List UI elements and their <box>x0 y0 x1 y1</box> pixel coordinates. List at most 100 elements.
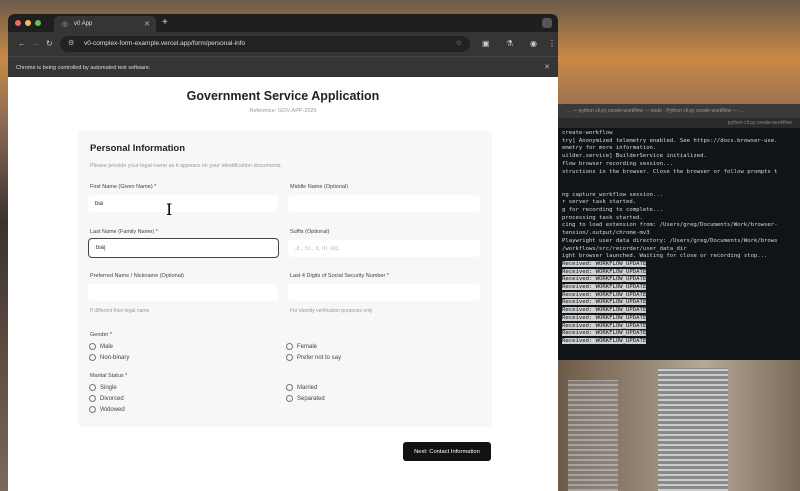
radio-label: Female <box>297 343 318 350</box>
reference-number: Reference: GOV-APP-2025 <box>249 108 317 114</box>
radio-circle[interactable] <box>286 395 293 402</box>
radio-circle[interactable] <box>286 354 293 361</box>
automation-infobar: Chrome is being controlled by automated … <box>8 56 558 77</box>
radio-label: Non-binary <box>100 354 130 361</box>
terminal-window[interactable]: … — python cli.py create-workflow — node… <box>558 104 800 360</box>
site-info-icon[interactable]: ⚙ <box>68 39 74 47</box>
menu-icon[interactable]: ⋮ <box>548 39 556 48</box>
middle-name-input[interactable] <box>288 195 480 212</box>
terminal-line: try] Anonymized telemetry enabled. See h… <box>562 137 778 144</box>
bookmark-star-icon[interactable]: ☆ <box>456 39 462 47</box>
suffix-input[interactable] <box>288 240 480 257</box>
radio-label: Prefer not to say <box>297 354 342 361</box>
terminal-line-received: Received: WORKFLOW_UPDATE <box>562 268 647 275</box>
extensions-icon[interactable]: ▣ <box>482 39 490 48</box>
radio-label: Male <box>100 343 114 350</box>
radio-circle[interactable] <box>89 343 96 350</box>
maximize-window-button[interactable] <box>35 20 41 26</box>
preferred-name-label: Preferred Name / Nickname (Optional) <box>90 273 184 279</box>
reload-icon[interactable]: ↻ <box>46 39 53 48</box>
page-content: Government Service Application Reference… <box>8 77 558 491</box>
marital-radio-separated[interactable]: Separated <box>286 395 325 402</box>
terminal-line: ight browser launched. Waiting for close… <box>562 253 768 260</box>
close-tab-icon[interactable]: ✕ <box>144 20 150 28</box>
close-window-button[interactable] <box>15 20 21 26</box>
terminal-line: cing to load extension from: /Users/greg… <box>562 222 778 229</box>
terminal-title: … — python cli.py create-workflow — node… <box>558 104 800 118</box>
page-title: Government Service Application <box>186 89 380 103</box>
gender-radio-female[interactable]: Female <box>286 343 317 350</box>
gender-radio-non-binary[interactable]: Non-binary <box>89 354 129 361</box>
preferred-name-help: If different from legal name <box>90 308 150 314</box>
terminal-line: g for recording to complete... <box>562 207 664 214</box>
terminal-line: flow browser recording session... <box>562 160 674 167</box>
radio-circle[interactable] <box>89 395 96 402</box>
terminal-tab[interactable]: python cli.py create-workflow <box>558 118 800 128</box>
automation-notice: Chrome is being controlled by automated … <box>16 65 151 71</box>
browser-window: ◎ v0 App ✕ + ← → ↻ ⚙ v0-complex-form-exa… <box>8 14 558 491</box>
close-infobar-icon[interactable]: ✕ <box>544 63 550 71</box>
section-title: Personal Information <box>90 143 186 154</box>
marital-radio-single[interactable]: Single <box>89 384 117 391</box>
first-name-label: First Name (Given Name) * <box>90 184 157 190</box>
building <box>658 368 728 491</box>
marital-radio-widowed[interactable]: Widowed <box>89 406 125 413</box>
gender-radio-male[interactable]: Male <box>89 343 113 350</box>
terminal-line-received: Received: WORKFLOW_UPDATE <box>562 314 647 321</box>
radio-circle[interactable] <box>286 343 293 350</box>
browser-tab[interactable]: ◎ v0 App ✕ <box>54 16 156 32</box>
desktop-wallpaper-city <box>558 360 800 491</box>
terminal-line-received: Received: WORKFLOW_UPDATE <box>562 307 647 314</box>
radio-circle[interactable] <box>89 354 96 361</box>
building <box>568 380 618 491</box>
terminal-line-received: Received: WORKFLOW_UPDATE <box>562 284 647 291</box>
profile-icon[interactable]: ◉ <box>530 39 537 48</box>
new-tab-button[interactable]: + <box>162 17 168 28</box>
terminal-line: tension/.output/chrome-mv3 <box>562 230 650 237</box>
preferred-name-input[interactable] <box>88 284 278 301</box>
radio-label: Single <box>100 384 117 391</box>
personal-info-card: Personal Information Please provide your… <box>78 130 492 427</box>
forward-icon[interactable]: → <box>32 39 40 48</box>
minimize-window-button[interactable] <box>25 20 31 26</box>
address-bar[interactable]: ⚙ v0-complex-form-example.vercel.app/for… <box>60 36 470 52</box>
terminal-line: create-workflow <box>562 130 613 136</box>
globe-icon: ◎ <box>62 21 69 28</box>
marital-radio-married[interactable]: Married <box>286 384 317 391</box>
tab-title: v0 App <box>74 21 93 27</box>
text-cursor-icon: I <box>166 200 173 219</box>
radio-circle[interactable] <box>89 406 96 413</box>
marital-status-label: Marital Status * <box>90 373 128 379</box>
radio-circle[interactable] <box>286 384 293 391</box>
first-name-input[interactable] <box>88 195 278 212</box>
terminal-line: r server task started. <box>562 199 637 206</box>
terminal-line-received: Received: WORKFLOW_UPDATE <box>562 260 647 267</box>
terminal-line: ng capture_workflow session... <box>562 191 664 198</box>
terminal-line-received: Received: WORKFLOW_UPDATE <box>562 322 647 329</box>
radio-label: Married <box>297 384 318 391</box>
terminal-line-received: Received: WORKFLOW_UPDATE <box>562 276 647 283</box>
terminal-line: emetry for more information. <box>562 145 657 152</box>
marital-radio-divorced[interactable]: Divorced <box>89 395 124 402</box>
url-text: v0-complex-form-example.vercel.app/form/… <box>84 40 246 47</box>
ssn-last4-input[interactable] <box>288 284 480 301</box>
last-name-input[interactable] <box>88 238 279 258</box>
back-icon[interactable]: ← <box>18 39 26 48</box>
section-description: Please provide your legal name as it app… <box>90 163 283 169</box>
terminal-line: /workflows/src/recorder/user_data_dir <box>562 245 687 252</box>
terminal-line: Playwright user data directory: /Users/g… <box>562 237 778 244</box>
radio-label: Divorced <box>100 395 124 402</box>
next-contact-information-button[interactable]: Next: Contact Information <box>403 442 491 461</box>
lab-icon[interactable]: ⚗ <box>506 39 513 48</box>
gender-radio-prefer-not[interactable]: Prefer not to say <box>286 354 341 361</box>
radio-circle[interactable] <box>89 384 96 391</box>
tab-search-button[interactable] <box>542 18 552 28</box>
last-name-label: Last Name (Family Name) * <box>90 229 158 235</box>
terminal-line: uilder.service] BuilderService initializ… <box>562 153 707 160</box>
ssn-label: Last 4 Digits of Social Security Number … <box>290 273 390 279</box>
toolbar: ← → ↻ ⚙ v0-complex-form-example.vercel.a… <box>8 32 558 56</box>
middle-name-label: Middle Name (Optional) <box>290 184 349 190</box>
radio-label: Separated <box>297 395 325 402</box>
